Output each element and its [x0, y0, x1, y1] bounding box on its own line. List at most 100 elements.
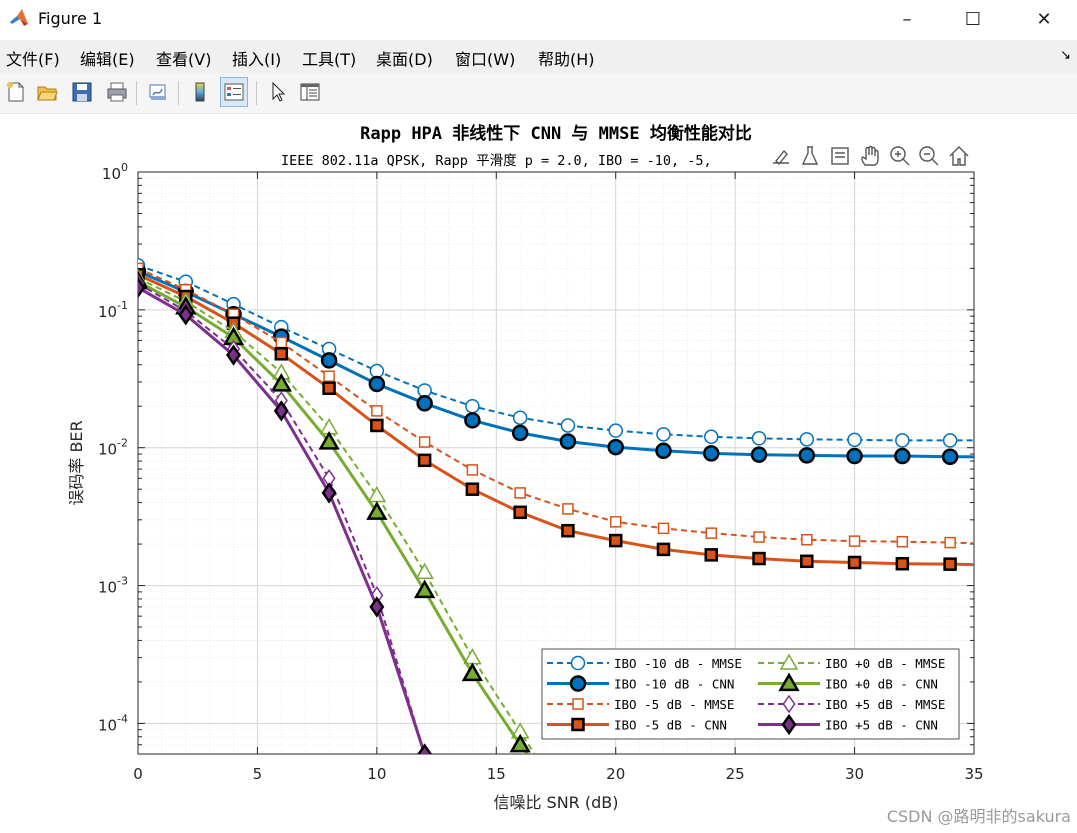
menu-insert[interactable]: 插入(I) — [232, 46, 281, 70]
data-point — [320, 352, 338, 369]
data-point — [848, 535, 861, 547]
legend-icon — [224, 83, 244, 101]
property-inspector-icon — [300, 83, 320, 101]
x-tick-label: 30 — [845, 765, 864, 783]
x-axis-label: 信噪比 SNR (dB) — [493, 793, 618, 812]
legend-marker — [570, 655, 586, 671]
data-point — [466, 464, 479, 476]
open-file-icon — [37, 86, 58, 101]
y-tick-base: 10 — [98, 441, 117, 459]
data-point — [847, 555, 862, 570]
legend-marker — [569, 675, 587, 692]
menu-bar: 文件(F) 编辑(E) 查看(V) 插入(I) 工具(T) 桌面(D) 窗口(W… — [0, 40, 1077, 73]
y-axis-label: 误码率 BER — [67, 420, 86, 505]
y-tick-exponent: -2 — [117, 437, 128, 450]
pointer-icon — [272, 81, 286, 102]
data-point — [656, 542, 671, 557]
y-tick-label: 10-1 — [98, 299, 128, 321]
save-button[interactable] — [68, 77, 96, 107]
menu-file[interactable]: 文件(F) — [6, 46, 60, 70]
colorbar-button[interactable] — [186, 77, 214, 107]
legend-label: IBO +0 dB - MMSE — [825, 656, 945, 671]
link-plot-icon — [149, 84, 166, 100]
print-button[interactable] — [103, 77, 131, 107]
axes-toolbar-bg — [762, 142, 974, 170]
data-point — [895, 433, 910, 448]
data-point — [896, 535, 909, 548]
legend-label: IBO -10 dB - MMSE — [614, 656, 742, 671]
data-point — [752, 551, 766, 566]
undock-arrow-icon[interactable]: ↘ — [1060, 48, 1071, 63]
data-point — [465, 398, 480, 414]
data-point — [847, 432, 862, 448]
data-point — [704, 429, 719, 445]
data-point — [513, 505, 527, 520]
toolbar-separator — [256, 81, 257, 105]
data-point — [608, 533, 623, 548]
matlab-logo-icon — [10, 9, 28, 26]
data-point — [461, 662, 484, 682]
new-figure-button[interactable] — [2, 77, 30, 107]
data-point — [559, 433, 577, 450]
menu-window[interactable]: 窗口(W) — [455, 46, 515, 70]
data-point — [944, 536, 956, 549]
data-point — [751, 431, 767, 446]
y-tick-exponent: -3 — [117, 575, 128, 588]
data-point — [895, 556, 910, 571]
window-title: Figure 1 — [38, 9, 103, 28]
y-tick-label: 10-3 — [98, 575, 128, 597]
watermark: CSDN @路明非的sakura — [886, 807, 1071, 826]
pointer-button[interactable] — [264, 77, 292, 107]
close-button[interactable]: ✕ — [1014, 0, 1074, 38]
maximize-button[interactable]: ☐ — [943, 0, 1003, 38]
data-point — [274, 347, 289, 361]
legend-entry: IBO -5 dB - CNN — [547, 718, 727, 733]
menu-help[interactable]: 帮助(H) — [538, 46, 595, 70]
data-point — [703, 445, 720, 462]
data-point — [750, 446, 768, 463]
data-point — [656, 427, 671, 442]
data-point — [417, 453, 432, 468]
menu-edit[interactable]: 编辑(E) — [80, 46, 135, 70]
legend-button[interactable] — [220, 77, 248, 107]
data-point — [942, 433, 958, 448]
menu-view[interactable]: 查看(V) — [156, 46, 211, 70]
legend-label: IBO -5 dB - CNN — [614, 718, 727, 733]
data-point — [367, 486, 387, 503]
menu-tools[interactable]: 工具(T) — [302, 46, 356, 70]
data-point — [801, 533, 813, 546]
x-tick-label: 35 — [964, 765, 983, 783]
link-plot-button[interactable] — [144, 77, 172, 107]
legend-label: IBO +5 dB - MMSE — [825, 697, 945, 712]
open-file-button[interactable] — [33, 77, 61, 107]
save-icon — [72, 82, 92, 102]
legend-entry: IBO -5 dB - MMSE — [547, 697, 734, 712]
property-inspector-button[interactable] — [296, 77, 324, 107]
data-point — [416, 395, 433, 412]
data-point — [369, 363, 385, 379]
x-tick-label: 20 — [606, 765, 625, 783]
colorbar-icon — [195, 82, 205, 102]
x-tick-label: 10 — [367, 765, 386, 783]
legend[interactable]: IBO -10 dB - MMSE IBO -10 dB - CNN IBO -5 … — [541, 648, 960, 740]
menu-desktop[interactable]: 桌面(D) — [376, 46, 433, 70]
print-icon — [107, 82, 127, 102]
data-point — [704, 548, 719, 562]
data-point — [417, 743, 433, 754]
new-figure-icon — [7, 82, 24, 102]
data-point — [705, 527, 718, 539]
legend-marker — [572, 698, 584, 710]
data-point — [371, 405, 383, 417]
data-point — [655, 442, 672, 460]
data-point — [941, 448, 959, 465]
x-tick-label: 5 — [253, 765, 263, 783]
minimize-button[interactable]: – — [877, 0, 937, 38]
ber-chart: 0 5 10 15 20 25 30 35 10010-110-210-310-4 Rapp … — [67, 123, 984, 812]
figure-toolbar — [0, 73, 1077, 114]
close-icon: ✕ — [1036, 8, 1052, 30]
legend-label: IBO -5 dB - MMSE — [614, 697, 734, 712]
y-tick-labels: 10010-110-210-310-4 — [98, 161, 128, 734]
data-point — [415, 562, 434, 579]
data-point — [514, 487, 526, 499]
data-point — [464, 412, 481, 429]
